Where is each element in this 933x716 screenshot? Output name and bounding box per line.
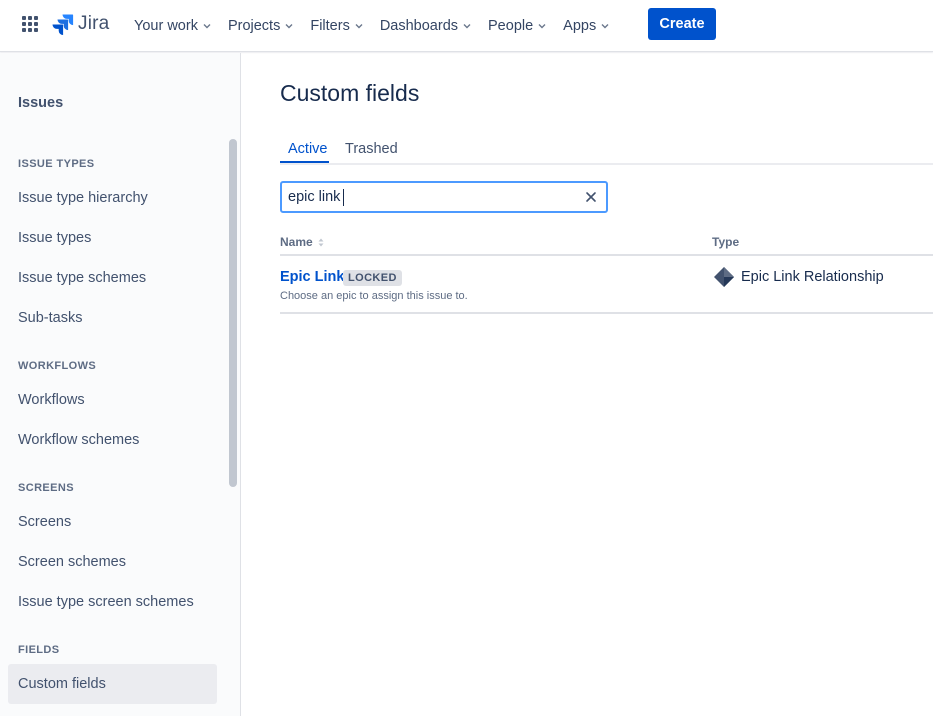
sidebar: Issues ISSUE TYPES Issue type hierarchy …: [0, 53, 241, 716]
text-cursor: [343, 189, 344, 206]
nav-filters[interactable]: Filters: [302, 10, 371, 42]
field-description: Choose an epic to assign this issue to.: [280, 290, 468, 302]
nav-projects[interactable]: Projects: [220, 10, 302, 42]
sort-icon: [318, 238, 324, 247]
nav-projects-label: Projects: [227, 18, 281, 34]
locked-badge: LOCKED: [343, 270, 402, 286]
primary-nav: Your work Projects Filters Dashboards Pe…: [126, 10, 618, 42]
field-type: Epic Link Relationship: [741, 269, 884, 285]
sidebar-item-sub-tasks[interactable]: Sub-tasks: [8, 298, 217, 338]
nav-apps[interactable]: Apps: [555, 10, 618, 42]
nav-your-work-label: Your work: [134, 18, 198, 34]
app-name: Jira: [78, 13, 110, 34]
top-navigation: Jira Your work Projects Filters Dashboar…: [0, 0, 933, 52]
create-button[interactable]: Create: [648, 8, 716, 40]
nav-dashboards-label: Dashboards: [379, 18, 459, 34]
sidebar-title: Issues: [18, 95, 64, 111]
clear-search-icon[interactable]: [584, 190, 598, 204]
tab-trashed[interactable]: Trashed: [345, 141, 398, 163]
sidebar-item-issue-type-hierarchy[interactable]: Issue type hierarchy: [8, 178, 217, 218]
section-heading-issue-types: ISSUE TYPES: [18, 158, 95, 170]
table-header-row: Name Type: [280, 234, 933, 256]
chevron-down-icon: [203, 24, 211, 29]
chevron-down-icon: [285, 24, 293, 29]
active-tab-indicator: [280, 161, 329, 163]
custom-fields-table: Name Type Epic Link LOCKED Choose an epi…: [280, 234, 933, 314]
sidebar-item-screen-schemes[interactable]: Screen schemes: [8, 542, 217, 582]
sidebar-scrollbar[interactable]: [229, 139, 237, 487]
search-field[interactable]: [280, 181, 608, 213]
table-row: Epic Link LOCKED Choose an epic to assig…: [280, 256, 933, 314]
nav-people-label: People: [488, 18, 534, 34]
sidebar-item-issue-type-schemes[interactable]: Issue type schemes: [8, 258, 217, 298]
section-heading-screens: SCREENS: [18, 482, 74, 494]
section-heading-fields: FIELDS: [18, 644, 60, 656]
sidebar-item-issue-types[interactable]: Issue types: [8, 218, 217, 258]
tab-list: Active Trashed: [280, 139, 933, 165]
search-input[interactable]: [288, 189, 568, 205]
nav-people[interactable]: People: [480, 10, 555, 42]
sidebar-item-custom-fields[interactable]: Custom fields: [8, 664, 217, 704]
sidebar-item-workflows[interactable]: Workflows: [8, 380, 217, 420]
column-header-name[interactable]: Name: [280, 235, 324, 249]
sidebar-item-screens[interactable]: Screens: [8, 502, 217, 542]
jira-logo-icon: [52, 14, 74, 35]
chevron-down-icon: [355, 24, 363, 29]
jira-diamond-icon: [714, 267, 734, 287]
field-name-link[interactable]: Epic Link: [280, 269, 344, 285]
column-header-type: Type: [712, 235, 740, 249]
nav-apps-label: Apps: [563, 18, 597, 34]
chevron-down-icon: [463, 24, 471, 29]
tab-active[interactable]: Active: [288, 141, 328, 163]
sidebar-item-issue-type-screen-schemes[interactable]: Issue type screen schemes: [8, 582, 217, 622]
page-title: Custom fields: [280, 80, 420, 106]
chevron-down-icon: [601, 24, 609, 29]
chevron-down-icon: [538, 24, 546, 29]
section-heading-workflows: WORKFLOWS: [18, 360, 97, 372]
sidebar-item-workflow-schemes[interactable]: Workflow schemes: [8, 420, 217, 460]
nav-dashboards[interactable]: Dashboards: [372, 10, 480, 42]
jira-logo[interactable]: Jira: [52, 13, 109, 35]
app-switcher-icon[interactable]: [22, 16, 38, 32]
nav-filters-label: Filters: [310, 18, 350, 34]
nav-your-work[interactable]: Your work: [126, 10, 220, 42]
column-header-name-label: Name: [280, 235, 313, 249]
main-content: Custom fields Active Trashed Name Type E…: [242, 53, 933, 716]
